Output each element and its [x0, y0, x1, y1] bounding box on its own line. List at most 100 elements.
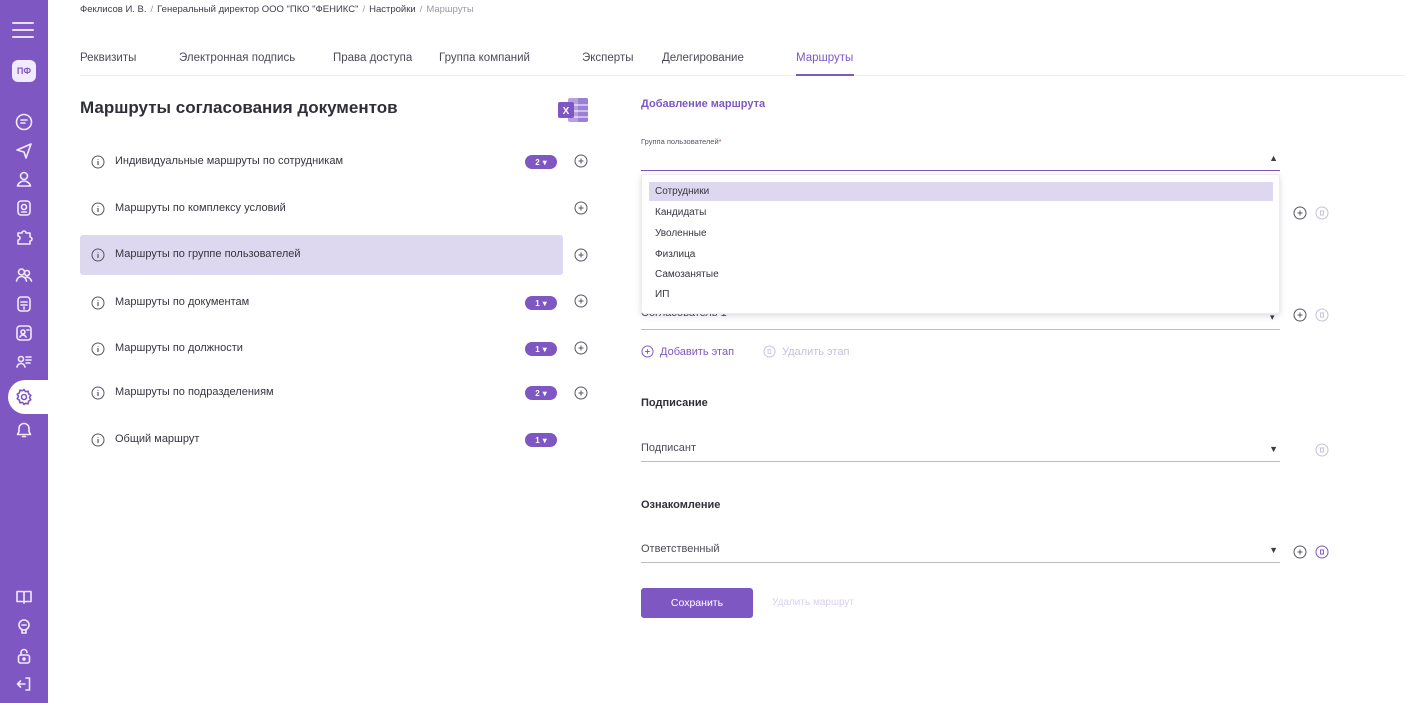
route-row-departments[interactable]: Маршруты по подразделениям 2 ▾: [80, 373, 563, 413]
user-group-select[interactable]: ▲: [641, 145, 1280, 171]
tab-requisites[interactable]: Реквизиты: [80, 52, 136, 64]
tab-company-group[interactable]: Группа компаний: [439, 52, 530, 64]
document-icon[interactable]: [11, 109, 37, 135]
user-icon[interactable]: [11, 166, 37, 192]
signer-select[interactable]: Подписант ▼: [641, 436, 1280, 462]
add-route-icon[interactable]: [574, 154, 588, 168]
responsible-select[interactable]: Ответственный ▼: [641, 537, 1280, 563]
chevron-down-icon[interactable]: ▼: [1269, 444, 1278, 454]
add-responsible-icon[interactable]: [1293, 545, 1307, 559]
approver-select-underline: [641, 329, 1280, 330]
add-approver-icon[interactable]: [1293, 206, 1307, 220]
route-row-position[interactable]: Маршруты по должности 1 ▾: [80, 329, 563, 369]
route-row-user-group[interactable]: Маршруты по группе пользователей: [80, 235, 563, 275]
chevron-down-icon: ▾: [542, 344, 547, 354]
breadcrumb-settings[interactable]: Настройки: [369, 4, 416, 15]
save-button[interactable]: Сохранить: [641, 588, 753, 618]
info-icon[interactable]: [91, 433, 105, 447]
logout-icon[interactable]: [11, 671, 37, 697]
menu-icon[interactable]: [12, 22, 34, 40]
route-count: 1: [535, 298, 540, 308]
excel-export-icon[interactable]: X: [556, 96, 590, 124]
active-tab-indicator: [796, 74, 854, 76]
user-list-icon[interactable]: [11, 349, 37, 375]
breadcrumb-user[interactable]: Феклисов И. В.: [80, 4, 147, 15]
badge-icon[interactable]: [11, 195, 37, 221]
route-label: Индивидуальные маршруты по сотрудникам: [115, 155, 344, 167]
route-count-badge[interactable]: 1 ▾: [525, 296, 557, 310]
book-icon[interactable]: [11, 584, 37, 610]
support-icon[interactable]: [11, 614, 37, 640]
delete-stage-button[interactable]: Удалить этап: [763, 345, 849, 358]
info-icon[interactable]: [91, 342, 105, 356]
puzzle-icon[interactable]: [11, 224, 37, 250]
add-route-icon[interactable]: [574, 341, 588, 355]
delete-route-button[interactable]: Удалить маршрут: [772, 597, 854, 608]
route-row-individual[interactable]: Индивидуальные маршруты по сотрудникам 2…: [80, 142, 563, 182]
chevron-down-icon[interactable]: ▼: [1269, 545, 1278, 555]
lock-icon[interactable]: [11, 643, 37, 669]
add-icon: [641, 345, 654, 358]
sidebar-item-settings-active[interactable]: [8, 380, 48, 414]
delete-responsible-icon[interactable]: [1315, 545, 1329, 559]
page-title: Маршруты согласования документов: [80, 98, 398, 117]
dropdown-option[interactable]: ИП: [649, 285, 1273, 304]
info-icon[interactable]: [91, 296, 105, 310]
calendar-icon[interactable]: [11, 291, 37, 317]
add-route-icon[interactable]: [574, 386, 588, 400]
tab-electronic-signature[interactable]: Электронная подпись: [179, 52, 295, 64]
settings-tabs: Реквизиты Электронная подпись Права дост…: [80, 24, 1405, 76]
dropdown-option[interactable]: Уволенные: [649, 224, 1273, 243]
route-count-badge[interactable]: 1 ▾: [525, 433, 557, 447]
breadcrumb-separator: /: [150, 4, 154, 15]
info-icon[interactable]: [91, 202, 105, 216]
tab-routes[interactable]: Маршруты: [796, 52, 853, 64]
chevron-down-icon: ▾: [542, 388, 547, 398]
send-icon[interactable]: [11, 137, 37, 163]
add-route-icon[interactable]: [574, 248, 588, 262]
chevron-down-icon: ▾: [542, 157, 547, 167]
route-row-conditions[interactable]: Маршруты по комплексу условий: [80, 189, 563, 229]
breadcrumb: Феклисов И. В. / Генеральный директор ООО …: [80, 4, 474, 15]
delete-signer-icon[interactable]: [1315, 443, 1329, 457]
add-route-icon[interactable]: [574, 294, 588, 308]
info-icon[interactable]: [91, 386, 105, 400]
familiarization-title: Ознакомление: [641, 499, 721, 511]
info-icon[interactable]: [91, 155, 105, 169]
users-icon[interactable]: [11, 262, 37, 288]
route-row-general[interactable]: Общий маршрут 1 ▾: [80, 420, 563, 460]
route-count-badge[interactable]: 2 ▾: [525, 155, 557, 169]
id-card-icon[interactable]: [11, 320, 37, 346]
add-stage-button[interactable]: Добавить этап: [641, 345, 734, 358]
route-count-badge[interactable]: 2 ▾: [525, 386, 557, 400]
signer-value: Подписант: [641, 442, 697, 454]
add-stage-label: Добавить этап: [660, 345, 735, 358]
delete-approver-icon[interactable]: [1315, 308, 1329, 322]
bell-icon[interactable]: [11, 417, 37, 443]
dropdown-option[interactable]: Самозанятые: [649, 265, 1273, 284]
route-count-badge[interactable]: 1 ▾: [525, 342, 557, 356]
breadcrumb-position[interactable]: Генеральный директор ООО "ПКО "ФЕНИКС": [157, 4, 358, 15]
add-approver-icon[interactable]: [1293, 308, 1307, 322]
route-label: Маршруты по комплексу условий: [115, 202, 286, 214]
breadcrumb-separator: /: [362, 4, 366, 15]
dropdown-option[interactable]: Сотрудники: [649, 182, 1273, 201]
company-logo[interactable]: ПФ: [12, 60, 36, 82]
dropdown-option[interactable]: Физлица: [649, 245, 1273, 264]
route-row-documents[interactable]: Маршруты по документам 1 ▾: [80, 283, 563, 323]
chevron-down-icon: ▾: [542, 298, 547, 308]
breadcrumb-separator: /: [419, 4, 423, 15]
settings-icon[interactable]: [11, 384, 37, 410]
chevron-up-icon[interactable]: ▲: [1269, 153, 1278, 163]
dropdown-option[interactable]: Кандидаты: [649, 203, 1273, 222]
add-route-icon[interactable]: [574, 201, 588, 215]
route-count: 2: [535, 157, 540, 167]
svg-text:X: X: [563, 106, 570, 117]
delete-approver-icon[interactable]: [1315, 206, 1329, 220]
sidebar: ПФ: [0, 0, 48, 703]
info-icon[interactable]: [91, 248, 105, 262]
tab-experts[interactable]: Эксперты: [582, 52, 633, 64]
add-route-title: Добавление маршрута: [641, 98, 766, 110]
tab-access-rights[interactable]: Права доступа: [333, 52, 412, 64]
tab-delegation[interactable]: Делегирование: [662, 52, 744, 64]
